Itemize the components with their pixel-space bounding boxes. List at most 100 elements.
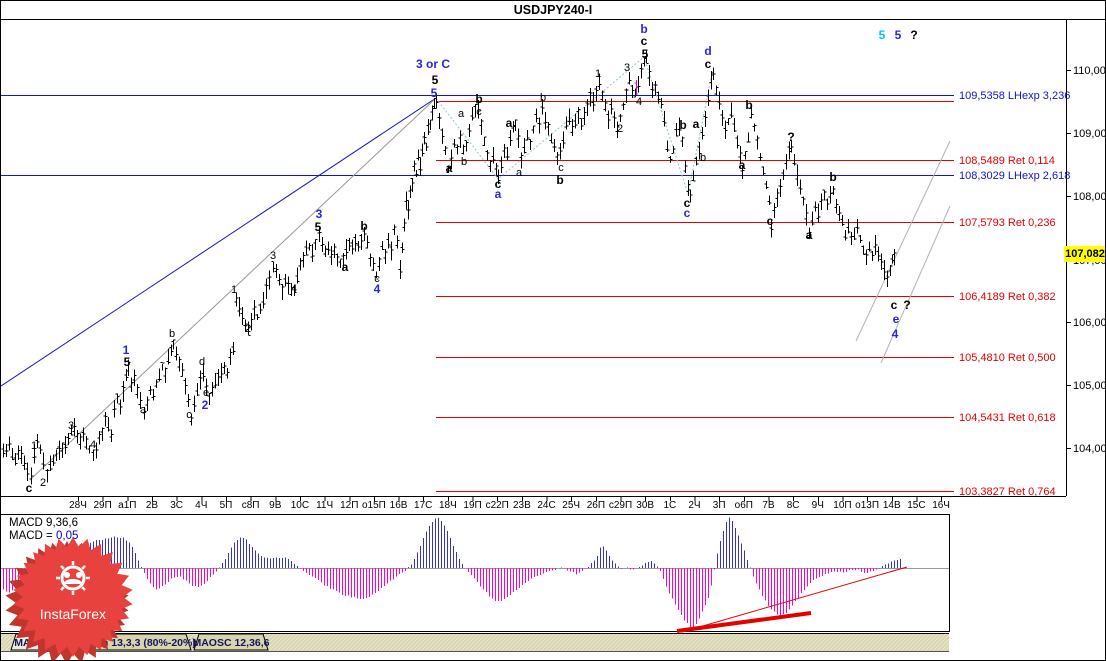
wave-label: 5	[432, 73, 439, 87]
price-axis-label: 104,000	[1073, 443, 1106, 455]
wave-label: a	[693, 117, 700, 131]
wave-label: 2	[202, 398, 209, 412]
time-axis-label: 26П	[587, 500, 605, 511]
time-axis-label: 30В	[636, 500, 654, 511]
time-axis-label: 5П	[220, 500, 233, 511]
wave-label: 1	[31, 440, 37, 452]
time-axis-label: 17С	[414, 500, 432, 511]
time-axis-label: а1П	[118, 500, 136, 511]
wave-label: 2	[617, 123, 623, 135]
time-axis-label: 24С	[537, 500, 555, 511]
time-axis: 28Ч 29П а1П 2В 3С 4Ч 5П с8П 9В 10С 11Ч 12П о15П 16В 17…	[69, 496, 950, 511]
time-axis-label: о13П	[855, 500, 879, 511]
time-axis-label: 2В	[146, 500, 159, 511]
wave-label: b	[540, 92, 546, 104]
chart-title: USDJPY240-I	[513, 3, 593, 17]
price-axis-label: 109,000	[1073, 128, 1106, 140]
time-axis-label: 29П	[94, 500, 112, 511]
time-axis-label: 15С	[907, 500, 925, 511]
tab-maosc-12-36-6[interactable]: MAOSC 12,36,6	[192, 633, 270, 651]
fib-label: 106,4189 Ret 0,382	[959, 291, 1056, 303]
wave-label: a	[506, 116, 513, 130]
wave-label: 5	[124, 355, 131, 369]
current-price-value: 107,082	[1065, 248, 1105, 260]
wave-label: c	[767, 214, 774, 228]
time-axis-label: 28Ч	[69, 500, 87, 511]
fib-label: 104,5431 Ret 0,618	[959, 412, 1056, 424]
wave-label: 5	[895, 28, 902, 42]
price-axis-label: 105,000	[1073, 380, 1106, 392]
wave-label: b	[745, 98, 752, 112]
time-axis-label: 16Ч	[932, 500, 950, 511]
tab-label[interactable]: Stoch 13,3,3 (80%-20%)	[79, 637, 196, 649]
macd-value-prefix: MACD =	[9, 530, 53, 542]
wave-label: a	[458, 108, 465, 120]
wave-label: b	[360, 219, 367, 233]
time-axis-label: 19П	[463, 500, 481, 511]
wave-label: 5	[879, 28, 886, 42]
wave-label: b	[640, 22, 647, 36]
time-axis-label: 9В	[269, 500, 282, 511]
macd-value: 0,05	[55, 530, 79, 542]
wave-label: 4	[374, 282, 381, 296]
wave-label: b	[829, 170, 836, 184]
time-axis-label: 9Ч	[812, 500, 824, 511]
tab-macd-9-36-6[interactable]: MACD 9,36,6	[10, 633, 82, 651]
wave-label: 4	[892, 327, 899, 341]
fib-label: 108,5489 Ret 0,114	[959, 155, 1055, 167]
wave-label: a	[446, 161, 453, 175]
fib-label: 108,3029 LHexp 2,618	[959, 170, 1070, 182]
wave-label: c	[476, 106, 482, 118]
price-chart-area[interactable]	[1, 19, 1066, 496]
price-axis-label: 108,000	[1073, 191, 1106, 203]
wave-label: 5	[315, 220, 322, 234]
wave-label: 3	[624, 62, 630, 74]
chart-window: 109,5358 LHexp 3,236 108,5489 Ret 0,114 10…	[0, 0, 1106, 661]
time-axis-label: 3П	[713, 500, 726, 511]
wave-label: a	[516, 167, 523, 179]
wave-label: 4	[291, 283, 297, 295]
wave-label: b	[461, 156, 467, 168]
time-axis-label: 18Ч	[439, 500, 457, 511]
current-price-tag: 107,082	[1064, 246, 1105, 262]
tab-label[interactable]: MACD 9,36,6	[14, 637, 78, 649]
time-axis-label: 10С	[291, 500, 309, 511]
fib-label: 103,3827 Ret 0,764	[959, 486, 1056, 498]
wave-label: a	[739, 158, 746, 172]
time-axis-label: 4Ч	[195, 500, 207, 511]
wave-label: 2	[40, 477, 46, 489]
time-axis-label: 11Ч	[316, 500, 333, 511]
tab-label[interactable]: MAOSC 12,36,6	[192, 637, 269, 649]
time-axis-label: 14В	[883, 500, 901, 511]
fib-label: 107,5793 Ret 0,236	[959, 217, 1056, 229]
wave-label: ?	[903, 298, 910, 312]
time-axis-label: с29П	[609, 500, 632, 511]
wave-label: c	[705, 57, 712, 71]
fib-label: 105,4810 Ret 0,500	[959, 352, 1056, 364]
wave-label: 3	[270, 250, 276, 262]
tab-stoch-13-3-3-80-20[interactable]: Stoch 13,3,3 (80%-20%)	[79, 633, 196, 651]
time-axis-label: 1С	[663, 500, 676, 511]
wave-label: 3	[316, 207, 323, 221]
wave-label: e	[893, 312, 900, 326]
time-axis-label: с8П	[242, 500, 260, 511]
wave-label: c	[186, 409, 192, 421]
wave-label: b	[556, 173, 563, 187]
macd-name: MACD 9,36,6	[9, 517, 79, 529]
wave-label: c	[641, 34, 648, 48]
wave-label: b	[700, 152, 706, 164]
wave-label: b	[169, 328, 175, 340]
macd-trendline-thick	[676, 611, 812, 633]
wave-label: d	[704, 44, 711, 58]
wave-label: b	[475, 92, 482, 106]
wave-label: 4	[636, 96, 642, 108]
wave-label: 3 or C	[416, 57, 450, 71]
price-axis-label: 110,000	[1073, 65, 1106, 77]
wave-label: c	[26, 481, 33, 495]
time-axis-label: 3С	[170, 500, 183, 511]
wave-label: a	[140, 404, 147, 416]
time-axis-label: 10П	[833, 500, 851, 511]
wave-label: c	[684, 206, 691, 220]
macd-indicator-labels: MACD 9,36,6 MACD = 0,05	[9, 517, 78, 543]
wave-label: a	[342, 260, 349, 274]
